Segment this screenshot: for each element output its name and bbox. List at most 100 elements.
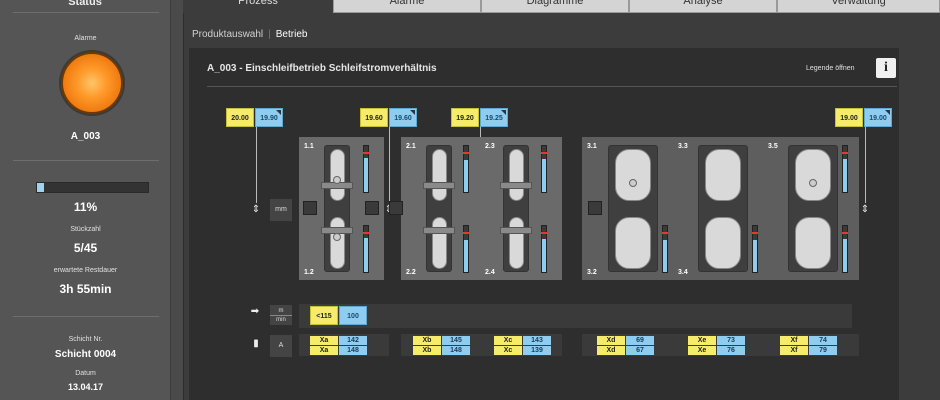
page-title: A_003 - Einschleifbetrieb Schleifstromve… — [207, 63, 437, 74]
unit-bottom: min — [270, 315, 292, 324]
battery-icon: ▮ — [253, 338, 259, 349]
alarm-program: A_003 — [70, 131, 101, 142]
current-value: 67 — [626, 346, 654, 355]
speed-yellow[interactable]: <115 — [310, 306, 338, 325]
progress-bar — [36, 182, 149, 193]
progress-text: 11% — [73, 200, 98, 214]
speed-row — [299, 304, 852, 328]
alarm-lamp-icon[interactable] — [61, 52, 123, 114]
remaining-label: erwartete Restdauer — [53, 267, 118, 274]
tab-alarme[interactable]: Alarme — [333, 0, 481, 13]
lower-workpiece — [432, 217, 447, 269]
slot-label: 3.2 — [587, 269, 597, 276]
count-value: 5/45 — [73, 241, 98, 255]
sensor-icon — [333, 176, 341, 184]
leader-line — [256, 127, 257, 203]
current-name: Xa — [310, 346, 338, 355]
tab-prozess[interactable]: Prozess — [183, 0, 333, 13]
current-name: Xf — [780, 346, 808, 355]
current-value: 69 — [626, 336, 654, 345]
upper-clamp — [423, 182, 455, 189]
setpoint-2-blue[interactable]: 19.60 — [389, 108, 417, 127]
gap-indicator — [588, 201, 602, 215]
tab-analyse[interactable]: Analyse — [629, 0, 777, 13]
sensor-icon — [809, 179, 817, 187]
tab-diagramme[interactable]: Diagramme — [481, 0, 629, 13]
upper-workpiece — [615, 149, 651, 201]
gap-arrows-icon: ⇕ — [251, 204, 261, 215]
current-value: 142 — [339, 336, 367, 345]
level-bar — [662, 225, 668, 273]
slot-label: 2.3 — [485, 143, 495, 150]
setpoint-3-yellow[interactable]: 19.20 — [451, 108, 479, 127]
current-name: Xb — [413, 346, 441, 355]
speed-unit-box: m min — [270, 305, 292, 325]
setpoint-4-yellow[interactable]: 19.00 — [835, 108, 863, 127]
current-value: 79 — [809, 346, 837, 355]
divider — [13, 12, 159, 13]
current-value: 73 — [717, 336, 745, 345]
main-tabs: Prozess Alarme Diagramme Analyse Verwalt… — [183, 0, 940, 13]
current-name: Xc — [494, 346, 522, 355]
lower-workpiece — [795, 217, 831, 269]
legend-link[interactable]: Legende öffnen — [806, 65, 855, 72]
upper-workpiece — [432, 149, 447, 201]
speed-blue[interactable]: 100 — [339, 306, 367, 325]
separator: | — [268, 29, 271, 40]
current-name: Xa — [310, 336, 338, 345]
slot-label: 3.4 — [678, 269, 688, 276]
setpoint-2-yellow[interactable]: 19.60 — [360, 108, 388, 127]
info-icon[interactable]: i — [876, 58, 896, 78]
divider — [13, 160, 159, 161]
slot-label: 1.1 — [304, 143, 314, 150]
leader-line — [389, 127, 390, 203]
slot-label: 1.2 — [304, 269, 314, 276]
upper-workpiece — [509, 149, 524, 201]
station-2[interactable]: 2.1 2.2 2.3 2.4 — [389, 137, 562, 280]
level-bar — [463, 145, 469, 193]
current-value: 139 — [523, 346, 551, 355]
setpoint-3-blue[interactable]: 19.25 — [480, 108, 508, 127]
setpoint-3-blue-value: 19.25 — [485, 115, 503, 122]
feed-arrow-icon: ➡ — [250, 306, 260, 317]
sensor-icon — [333, 233, 341, 241]
current-name: Xf — [780, 336, 808, 345]
gap-indicator — [389, 201, 403, 215]
lower-workpiece — [509, 217, 524, 269]
sidebar-title: Status — [68, 0, 102, 8]
level-bar — [541, 145, 547, 193]
level-bar — [842, 145, 848, 193]
setpoint-4-blue[interactable]: 19.00 — [864, 108, 892, 127]
current-name: Xd — [597, 336, 625, 345]
current-value: 148 — [339, 346, 367, 355]
subnav-betrieb[interactable]: Betrieb — [276, 29, 308, 40]
current-name: Xe — [688, 346, 716, 355]
current-value: 143 — [523, 336, 551, 345]
slot-label: 3.1 — [587, 143, 597, 150]
remaining-value: 3h 55min — [59, 282, 112, 296]
lower-workpiece — [330, 217, 345, 269]
level-bar — [363, 225, 369, 273]
station-1[interactable]: 1.1 1.2 — [299, 137, 384, 280]
unit-top: m — [278, 308, 284, 314]
upper-workpiece — [795, 149, 831, 201]
tab-verwaltung[interactable]: Verwaltung — [777, 0, 940, 13]
level-bar — [752, 225, 758, 273]
main-content: Produktauswahl | Betrieb A_003 - Einschlei… — [183, 13, 940, 400]
station-3[interactable]: 3.1 3.2 3.3 3.4 3.5 — [582, 137, 859, 280]
progress-fill — [37, 183, 44, 192]
setpoint-1-blue[interactable]: 19.90 — [255, 108, 283, 127]
date-value: 13.04.17 — [67, 382, 104, 392]
setpoint-1-yellow[interactable]: 20.00 — [226, 108, 254, 127]
subnav-produktauswahl[interactable]: Produktauswahl — [192, 29, 263, 40]
slot-label: 3.5 — [768, 143, 778, 150]
level-bar — [463, 225, 469, 273]
level-bar — [842, 225, 848, 273]
breadcrumb: Produktauswahl | Betrieb — [192, 29, 307, 40]
leader-line — [865, 127, 866, 203]
setpoint-1-blue-value: 19.90 — [260, 115, 278, 122]
current-name: Xe — [688, 336, 716, 345]
shift-label: Schicht Nr. — [68, 336, 103, 343]
divider — [207, 86, 897, 87]
upper-workpiece — [705, 149, 741, 201]
